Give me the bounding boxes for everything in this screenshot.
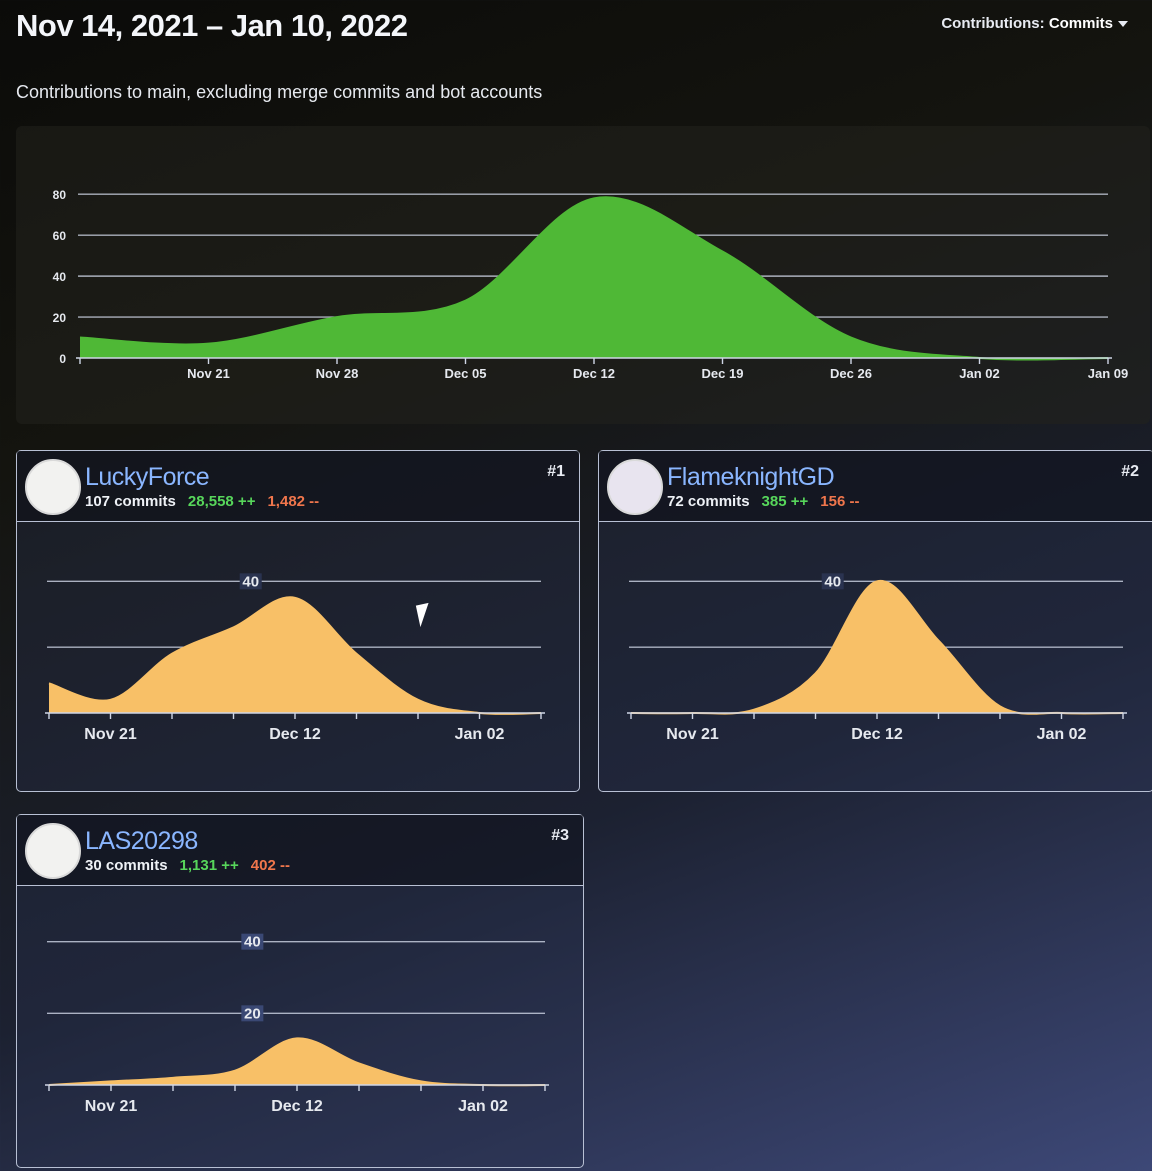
date-range-title: Nov 14, 2021 – Jan 10, 2022 bbox=[16, 8, 408, 43]
x-tick-label: Nov 21 bbox=[85, 1098, 138, 1115]
y-tick-label: 60 bbox=[53, 229, 67, 243]
additions-count: 28,558 ++ bbox=[187, 493, 256, 510]
commit-count-link[interactable]: 107 commits bbox=[85, 493, 176, 510]
x-tick-label: Jan 02 bbox=[959, 366, 999, 381]
contributor-rank: #1 bbox=[547, 463, 565, 480]
y-tick-label: 20 bbox=[53, 311, 67, 325]
overall-contributions-chart: 0 20 40 60 80 Nov 21 Nov 28 Dec 05 Dec 12 Dec 19 D… bbox=[16, 126, 1150, 424]
x-tick-label: Dec 12 bbox=[269, 726, 321, 743]
contributor-name-link[interactable]: LuckyForce bbox=[85, 463, 210, 492]
avatar[interactable] bbox=[607, 459, 663, 515]
y-tick-label: 0 bbox=[59, 352, 66, 366]
series-area bbox=[49, 1038, 545, 1086]
x-tick-label: Jan 02 bbox=[458, 1098, 508, 1115]
y-tick-label: 40 bbox=[242, 573, 259, 590]
x-tick-label: Jan 02 bbox=[1037, 726, 1087, 743]
x-tick-label: Jan 09 bbox=[1088, 366, 1128, 381]
contributor-stats: 30 commits 1,131 ++ 402 -- bbox=[85, 857, 290, 874]
x-tick-label: Dec 26 bbox=[830, 366, 872, 381]
contributor-header: FlameknightGD 72 commits 385 ++ 156 -- #2 bbox=[599, 451, 1152, 522]
overall-chart-svg: 0 20 40 60 80 Nov 21 Nov 28 Dec 05 Dec 12 Dec 19 D… bbox=[53, 188, 1129, 381]
contributor-header: LuckyForce 107 commits 28,558 ++ 1,482 -- … bbox=[17, 451, 579, 522]
x-tick-label: Dec 12 bbox=[573, 366, 615, 381]
x-tick-label: Jan 02 bbox=[455, 726, 505, 743]
contributor-name-link[interactable]: LAS20298 bbox=[85, 827, 198, 856]
commit-count-link[interactable]: 30 commits bbox=[85, 857, 168, 874]
contributor-header: LAS20298 30 commits 1,131 ++ 402 -- #3 bbox=[17, 815, 583, 886]
contributor-rank: #2 bbox=[1121, 463, 1139, 480]
x-tick-label: Nov 28 bbox=[316, 366, 359, 381]
contributions-type-dropdown[interactable]: Contributions: Commits bbox=[941, 15, 1128, 32]
series-area bbox=[49, 597, 541, 714]
x-tick-label: Nov 21 bbox=[187, 366, 230, 381]
contributions-value: Commits bbox=[1048, 15, 1113, 32]
contributor-rank: #3 bbox=[551, 827, 569, 844]
y-tick-label: 40 bbox=[244, 934, 261, 951]
contributor-name-link[interactable]: FlameknightGD bbox=[667, 463, 835, 492]
chart-subtitle: Contributions to main, excluding merge c… bbox=[16, 82, 543, 102]
x-tick-label: Dec 12 bbox=[271, 1098, 323, 1115]
contributor-card: LuckyForce 107 commits 28,558 ++ 1,482 -- … bbox=[16, 450, 580, 792]
commit-count-link[interactable]: 72 commits bbox=[667, 493, 750, 510]
x-tick-label: Dec 05 bbox=[445, 366, 487, 381]
contributor-chart-svg: 20 40 Nov 21 Dec 12 Jan 02 bbox=[45, 933, 549, 1115]
contributor-chart-svg: 40 Nov 21 Dec 12 Jan 02 bbox=[627, 573, 1127, 743]
x-tick-label: Nov 21 bbox=[84, 726, 137, 743]
y-tick-label: 80 bbox=[53, 188, 67, 202]
contributor-card: FlameknightGD 72 commits 385 ++ 156 -- #2 … bbox=[598, 450, 1152, 792]
y-tick-label: 40 bbox=[53, 270, 67, 284]
contributor-stats: 72 commits 385 ++ 156 -- bbox=[667, 493, 859, 510]
x-tick-label: Nov 21 bbox=[666, 726, 719, 743]
y-tick-label: 20 bbox=[244, 1005, 261, 1022]
additions-count: 1,131 ++ bbox=[179, 857, 239, 874]
x-tick-label: Dec 19 bbox=[702, 366, 744, 381]
x-tick-label: Dec 12 bbox=[851, 726, 903, 743]
contributor-chart-svg: 40 Nov 21 Dec 12 Jan 02 bbox=[45, 573, 545, 743]
deletions-count: 1,482 -- bbox=[267, 493, 320, 510]
contributor-card: LAS20298 30 commits 1,131 ++ 402 -- #3 20 4… bbox=[16, 814, 584, 1168]
y-tick-label: 40 bbox=[824, 573, 841, 590]
contributor-stats: 107 commits 28,558 ++ 1,482 -- bbox=[85, 493, 319, 510]
series-area bbox=[80, 197, 1108, 360]
avatar[interactable] bbox=[25, 823, 81, 879]
additions-count: 385 ++ bbox=[761, 493, 809, 510]
deletions-count: 402 -- bbox=[250, 857, 290, 874]
contributions-label: Contributions: bbox=[941, 15, 1045, 32]
chevron-down-icon bbox=[1118, 21, 1128, 28]
deletions-count: 156 -- bbox=[820, 493, 860, 510]
avatar[interactable] bbox=[25, 459, 81, 515]
